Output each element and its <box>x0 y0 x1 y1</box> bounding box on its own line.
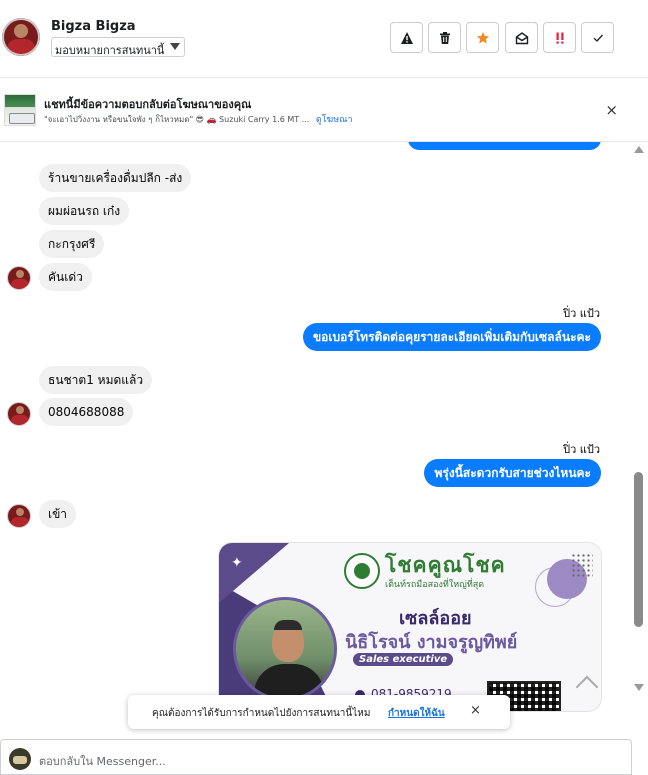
photo-hair <box>274 620 302 630</box>
incoming-message[interactable]: ร้านขายเครื่องดื่มปลีก -ส่ง <box>39 164 192 192</box>
warning-icon <box>400 31 413 44</box>
avatar-shirt <box>11 279 29 289</box>
card-decoration <box>571 553 593 577</box>
scroll-up-icon[interactable] <box>634 146 644 153</box>
check-icon <box>593 34 603 42</box>
avatar-ring <box>2 18 40 56</box>
star-icon <box>476 31 489 43</box>
assign-to-me-link[interactable]: กำหนดให้ฉัน <box>388 706 445 721</box>
incoming-message[interactable]: ธนชาต1 หมดแล้ว <box>39 366 153 394</box>
chevron-down-icon <box>170 43 180 50</box>
reply-input[interactable]: ตอบกลับใน Messenger... <box>39 752 166 770</box>
toast-message: คุณต้องการได้รับการกำหนดไปยังการสนทนานี้… <box>152 708 371 719</box>
spam-button[interactable] <box>390 22 423 53</box>
contact-avatar[interactable] <box>2 18 40 56</box>
close-icon[interactable]: × <box>470 703 481 718</box>
incoming-message[interactable]: กะกรุงศรี <box>39 230 105 258</box>
assign-label: มอบหมายการสนทนานี้ <box>55 44 165 57</box>
assign-conversation-dropdown[interactable]: มอบหมายการสนทนานี้ <box>51 37 185 57</box>
chat-scrollbar[interactable] <box>630 142 648 695</box>
done-button[interactable] <box>581 22 614 53</box>
sender-avatar[interactable] <box>7 402 31 426</box>
ad-banner-subtitle: "จะเอาไปวิ่งงาน หรือขนใจพัง ๆ ก็ไหวหมด" … <box>44 112 353 126</box>
ad-thumbnail[interactable] <box>4 94 36 126</box>
card-person-name: นิธิโรจน์ งามจรูญทิพย์ <box>345 632 518 653</box>
card-title: Sales executive <box>353 653 454 666</box>
mark-unread-button[interactable] <box>505 22 538 53</box>
scroll-down-icon[interactable] <box>634 684 644 691</box>
reply-composer[interactable]: ตอบกลับใน Messenger... <box>0 739 632 775</box>
ad-reply-banner: แชทนี้มีข้อความตอบกลับต่อโฆษณาของคุณ "จะ… <box>0 79 648 142</box>
delete-button[interactable] <box>428 22 461 53</box>
avatar-face <box>16 508 24 516</box>
card-tagline: เต็นท์รถมือสองที่ใหญ่ที่สุด <box>385 580 485 590</box>
incoming-message[interactable]: ผมผ่อนรถ เก๋ง <box>39 197 130 225</box>
avatar-face <box>16 270 24 278</box>
sparkle-icon: ✦ <box>231 555 243 571</box>
chevron-up-icon <box>575 675 599 699</box>
envelope-open-icon <box>515 31 528 44</box>
assign-prompt-toast: คุณต้องการได้รับการกำหนดไปยังการสนทนานี้… <box>128 695 510 729</box>
card-decoration <box>219 543 289 603</box>
exclamation-icon <box>556 32 563 44</box>
scroll-thumb[interactable] <box>634 472 643 627</box>
ad-caption: "จะเอาไปวิ่งงาน หรือขนใจพัง ๆ ก็ไหวหมด" … <box>44 115 310 124</box>
avatar-shirt <box>11 517 29 527</box>
outgoing-message[interactable]: พรุ่งนี้สะดวกรับสายช่วงไหนคะ <box>424 459 601 487</box>
sender-name: ปิ่ว แป้ว <box>563 443 600 456</box>
conversation-header: Bigza Bigza มอบหมายการสนทนานี้ <box>0 0 648 78</box>
incoming-message[interactable]: เข้า <box>39 500 77 528</box>
sender-avatar[interactable] <box>7 266 31 290</box>
view-ad-link[interactable]: ดูโฆษณา <box>316 115 353 125</box>
star-button[interactable] <box>466 22 499 53</box>
sender-name: ปิ่ว แป้ว <box>563 307 600 320</box>
outgoing-message-partial <box>408 142 601 150</box>
priority-button[interactable] <box>543 22 576 53</box>
trash-icon <box>439 31 450 44</box>
avatar-face <box>16 406 24 414</box>
avatar-shirt <box>11 415 29 425</box>
incoming-message[interactable]: 0804688088 <box>39 398 134 426</box>
close-icon[interactable]: × <box>605 101 618 119</box>
outgoing-message[interactable]: ขอเบอร์โทรติดต่อคุยรายละเอียดเพิ่มเติมกั… <box>302 323 601 351</box>
shared-image-business-card[interactable]: ✦ โชคคูณโชค เต็นท์รถมือสองที่ใหญ่ที่สุด … <box>218 542 602 712</box>
incoming-message[interactable]: คันเด่ว <box>39 263 92 291</box>
brand-logo <box>344 553 380 589</box>
contact-name[interactable]: Bigza Bigza <box>51 19 136 34</box>
page-avatar <box>9 748 31 770</box>
sender-avatar[interactable] <box>7 504 31 528</box>
salesperson-photo <box>233 597 337 701</box>
ad-banner-title: แชทนี้มีข้อความตอบกลับต่อโฆษณาของคุณ <box>44 98 252 111</box>
message-thread: ร้านขายเครื่องดื่มปลีก -ส่ง ผมผ่อนรถ เก๋… <box>0 142 648 737</box>
